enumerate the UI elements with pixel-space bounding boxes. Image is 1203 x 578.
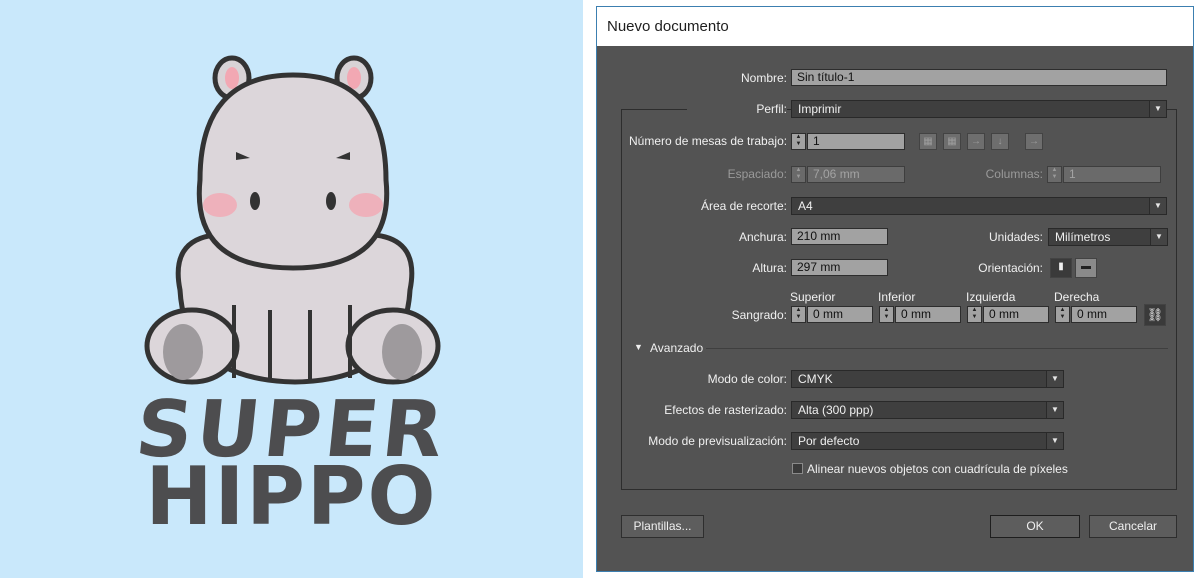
- alinear-checkbox[interactable]: [792, 463, 803, 474]
- modo-color-value: CMYK: [798, 372, 833, 386]
- sangrado-label: Sangrado:: [731, 308, 787, 322]
- columnas-label: Columnas:: [985, 167, 1043, 181]
- chevron-down-icon: ▼: [1046, 402, 1063, 418]
- arrange-by-column-icon[interactable]: ↓: [991, 133, 1009, 150]
- orientacion-label: Orientación:: [978, 261, 1043, 275]
- grid-by-column-icon[interactable]: ▦: [943, 133, 961, 150]
- collapse-triangle-icon[interactable]: ▼: [634, 342, 643, 352]
- derecha-spinner-icon[interactable]: ▲ ▼: [1055, 306, 1070, 323]
- area-label: Área de recorte:: [700, 199, 787, 213]
- izquierda-spinner-icon[interactable]: ▲ ▼: [967, 306, 982, 323]
- modo-color-label: Modo de color:: [707, 372, 787, 386]
- columnas-spinner-icon[interactable]: ▲ ▼: [1047, 166, 1062, 183]
- dialog-titlebar[interactable]: Nuevo documento: [597, 7, 1193, 46]
- unidades-label: Unidades:: [988, 230, 1043, 244]
- espaciado-field[interactable]: 7,06 mm: [807, 166, 905, 183]
- grid-by-row-icon[interactable]: ▦: [919, 133, 937, 150]
- plantillas-button[interactable]: Plantillas...: [621, 515, 704, 538]
- mesas-label: Número de mesas de trabajo:: [629, 134, 788, 148]
- portrait-orientation-icon[interactable]: ▮: [1050, 258, 1072, 278]
- superior-field[interactable]: 0 mm: [807, 306, 873, 323]
- rasterizado-select[interactable]: Alta (300 ppp) ▼: [791, 401, 1064, 419]
- nombre-label: Nombre:: [740, 71, 787, 85]
- right-to-left-icon[interactable]: →: [1025, 133, 1043, 150]
- chevron-down-icon: ▼: [1149, 198, 1166, 214]
- previsualizacion-select[interactable]: Por defecto ▼: [791, 432, 1064, 450]
- anchura-field[interactable]: 210 mm: [791, 228, 888, 245]
- perfil-label: Perfil:: [687, 102, 787, 116]
- new-document-dialog: Nuevo documento Nombre: Sin título-1 Per…: [596, 6, 1194, 572]
- derecha-label: Derecha: [1054, 290, 1100, 304]
- superior-label: Superior: [790, 290, 836, 304]
- previsualizacion-label: Modo de previsualización:: [648, 434, 787, 448]
- izquierda-field[interactable]: 0 mm: [983, 306, 1049, 323]
- izquierda-label: Izquierda: [966, 290, 1016, 304]
- logo-text-hippo: HIPPO: [145, 450, 438, 543]
- landscape-orientation-icon[interactable]: ▬: [1075, 258, 1097, 278]
- modo-color-select[interactable]: CMYK ▼: [791, 370, 1064, 388]
- arrange-by-row-icon[interactable]: →: [967, 133, 985, 150]
- chevron-down-icon: ▼: [1046, 433, 1063, 449]
- rasterizado-value: Alta (300 ppp): [798, 403, 874, 417]
- hippo-illustration: [144, 55, 441, 385]
- mesas-field[interactable]: 1: [807, 133, 905, 150]
- ok-button[interactable]: OK: [990, 515, 1080, 538]
- altura-field[interactable]: 297 mm: [791, 259, 888, 276]
- unidades-value: Milímetros: [1055, 230, 1111, 244]
- rasterizado-label: Efectos de rasterizado:: [664, 403, 787, 417]
- nombre-field[interactable]: Sin título-1: [791, 69, 1167, 86]
- dialog-title: Nuevo documento: [607, 18, 729, 35]
- espaciado-label: Espaciado:: [727, 167, 787, 181]
- cancelar-button[interactable]: Cancelar: [1089, 515, 1177, 538]
- area-select[interactable]: A4 ▼: [791, 197, 1167, 215]
- derecha-field[interactable]: 0 mm: [1071, 306, 1137, 323]
- artwork-panel: SUPER HIPPO: [0, 0, 583, 578]
- unidades-select[interactable]: Milímetros ▼: [1048, 228, 1168, 246]
- alinear-label[interactable]: Alinear nuevos objetos con cuadrícula de…: [807, 462, 1068, 476]
- link-chain-icon[interactable]: ⛓: [1144, 304, 1166, 326]
- perfil-select[interactable]: Imprimir ▼: [791, 100, 1167, 118]
- columnas-field[interactable]: 1: [1063, 166, 1161, 183]
- altura-label: Altura:: [752, 261, 787, 275]
- perfil-value: Imprimir: [798, 102, 842, 116]
- mesas-spinner-icon[interactable]: ▲ ▼: [791, 133, 806, 150]
- inferior-label: Inferior: [878, 290, 916, 304]
- espaciado-spinner-icon[interactable]: ▲ ▼: [791, 166, 806, 183]
- superior-spinner-icon[interactable]: ▲ ▼: [791, 306, 806, 323]
- previsualizacion-value: Por defecto: [798, 434, 860, 448]
- chevron-down-icon: ▼: [1046, 371, 1063, 387]
- avanzado-label[interactable]: Avanzado: [650, 341, 703, 355]
- avanzado-divider: [706, 348, 1168, 349]
- chevron-down-icon: ▼: [1150, 229, 1167, 245]
- area-value: A4: [798, 199, 813, 213]
- anchura-label: Anchura:: [738, 230, 787, 244]
- inferior-spinner-icon[interactable]: ▲ ▼: [879, 306, 894, 323]
- inferior-field[interactable]: 0 mm: [895, 306, 961, 323]
- chevron-down-icon: ▼: [1149, 101, 1166, 117]
